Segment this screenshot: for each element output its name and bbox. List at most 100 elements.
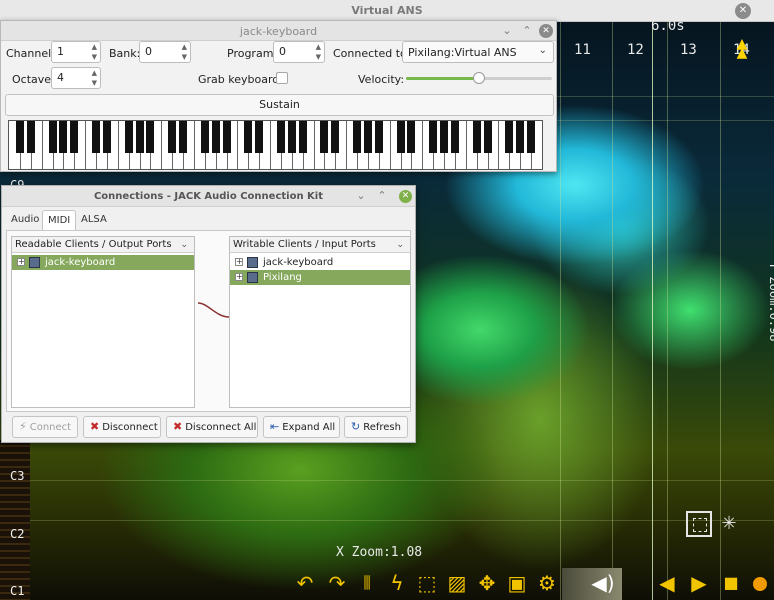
black-key[interactable] — [374, 121, 383, 153]
list-item[interactable]: + jack-keyboard — [12, 255, 194, 270]
ans-close-button[interactable]: ✕ — [735, 3, 751, 19]
black-key[interactable] — [505, 121, 514, 153]
writable-clients-list[interactable]: Writable Clients / Input Ports ⌄ + jack-… — [229, 236, 411, 408]
expand-all-button[interactable]: ⇤ Expand All — [263, 416, 340, 438]
fit-to-screen-icon[interactable] — [686, 511, 712, 537]
client-icon — [29, 257, 40, 268]
black-key[interactable] — [179, 121, 188, 153]
gradient-icon[interactable]: ▨ — [444, 570, 470, 596]
black-key[interactable] — [440, 121, 449, 153]
octave-spinner[interactable]: 4 ▲ ▼ — [51, 67, 101, 89]
zoom-reset-icon[interactable]: ✳ — [718, 513, 740, 535]
program-spinner[interactable]: 0 ▲ ▼ — [273, 41, 325, 63]
expand-icon[interactable]: + — [235, 273, 243, 281]
jack-keyboard-titlebar[interactable]: jack-keyboard ⌄ ⌃ ✕ — [1, 21, 556, 41]
black-key[interactable] — [59, 121, 68, 153]
black-key[interactable] — [102, 121, 111, 153]
black-key[interactable] — [472, 121, 481, 153]
black-key[interactable] — [298, 121, 307, 153]
black-key[interactable] — [276, 121, 285, 153]
equalizer-icon[interactable]: ⫼ — [354, 570, 380, 596]
spinner-arrows-icon[interactable]: ▲ ▼ — [92, 42, 97, 62]
black-key[interactable] — [168, 121, 177, 153]
redo-icon[interactable]: ↷ — [324, 570, 350, 596]
tab-midi[interactable]: MIDI — [42, 210, 77, 230]
white-key-divider — [270, 121, 272, 169]
connected-to-select[interactable]: Pixilang:Virtual ANS ⌄ — [402, 41, 554, 63]
volume-control[interactable]: ◀) — [562, 568, 622, 600]
readable-clients-list[interactable]: Readable Clients / Output Ports ⌄ + jack… — [11, 236, 195, 408]
move-icon[interactable]: ✥ — [474, 570, 500, 596]
minimize-icon[interactable]: ⌄ — [500, 24, 514, 38]
playhead-line[interactable] — [652, 22, 653, 600]
black-key[interactable] — [124, 121, 133, 153]
expand-icon[interactable]: + — [17, 258, 25, 266]
sustain-button[interactable]: Sustain — [5, 94, 554, 116]
black-key[interactable] — [26, 121, 35, 153]
black-key[interactable] — [353, 121, 362, 153]
tab-audio[interactable]: Audio — [6, 210, 44, 230]
selection-icon[interactable]: ⬚ — [414, 570, 440, 596]
black-key[interactable] — [135, 121, 144, 153]
black-key[interactable] — [483, 121, 492, 153]
refresh-button[interactable]: ↻ Refresh — [344, 416, 408, 438]
writable-clients-header[interactable]: Writable Clients / Input Ports ⌄ — [230, 237, 410, 253]
black-key[interactable] — [48, 121, 57, 153]
black-key[interactable] — [516, 121, 525, 153]
maximize-icon[interactable]: ⌃ — [375, 189, 389, 203]
black-key[interactable] — [450, 121, 459, 153]
black-key[interactable] — [70, 121, 79, 153]
spinner-arrows-icon[interactable]: ▲ ▼ — [182, 42, 187, 62]
disconnect-button[interactable]: ✖ Disconnect — [83, 416, 161, 438]
piano-keyboard[interactable] — [8, 120, 543, 170]
undo-icon[interactable]: ↶ — [292, 570, 318, 596]
bank-spinner[interactable]: 0 ▲ ▼ — [139, 41, 191, 63]
close-icon[interactable]: ✕ — [399, 190, 412, 203]
curve-icon[interactable]: ϟ — [384, 570, 410, 596]
black-key[interactable] — [244, 121, 253, 153]
connect-button[interactable]: ⚡ Connect — [12, 416, 78, 438]
readable-clients-header[interactable]: Readable Clients / Output Ports ⌄ — [12, 237, 194, 253]
white-key-divider — [465, 121, 467, 169]
settings-icon[interactable]: ⚙ — [534, 570, 560, 596]
black-key[interactable] — [396, 121, 405, 153]
spinner-arrows-icon[interactable]: ▲ ▼ — [92, 68, 97, 88]
list-item[interactable]: + Pixilang — [230, 270, 410, 285]
minimize-icon[interactable]: ⌄ — [354, 189, 368, 203]
black-key[interactable] — [331, 121, 340, 153]
expand-icon[interactable]: + — [235, 258, 243, 266]
black-key[interactable] — [222, 121, 231, 153]
black-key[interactable] — [15, 121, 24, 153]
black-key[interactable] — [287, 121, 296, 153]
black-key[interactable] — [429, 121, 438, 153]
spinner-arrows-icon[interactable]: ▲ ▼ — [316, 42, 321, 62]
list-item[interactable]: + jack-keyboard — [230, 255, 410, 270]
black-key[interactable] — [92, 121, 101, 153]
save-icon[interactable]: ▣ — [504, 570, 530, 596]
black-key[interactable] — [320, 121, 329, 153]
grab-keyboard-checkbox[interactable] — [276, 72, 288, 84]
stop-icon[interactable]: ■ — [718, 570, 744, 596]
black-key[interactable] — [146, 121, 155, 153]
black-key[interactable] — [200, 121, 209, 153]
black-key[interactable] — [527, 121, 536, 153]
client-name: jack-keyboard — [263, 257, 334, 268]
black-key[interactable] — [255, 121, 264, 153]
record-icon[interactable] — [753, 577, 767, 591]
scroll-up-icon[interactable]: ▲ ▲ — [734, 37, 750, 60]
channel-spinner[interactable]: 1 ▲ ▼ — [51, 41, 101, 63]
maximize-icon[interactable]: ⌃ — [520, 24, 534, 38]
black-key[interactable] — [211, 121, 220, 153]
connections-titlebar[interactable]: Connections - JACK Audio Connection Kit … — [2, 186, 415, 207]
velocity-slider-fill — [406, 77, 479, 80]
velocity-slider-handle[interactable] — [473, 72, 485, 84]
play-icon[interactable]: ▶ — [686, 570, 712, 596]
black-key[interactable] — [363, 121, 372, 153]
black-key[interactable] — [407, 121, 416, 153]
tab-alsa[interactable]: ALSA — [76, 210, 112, 230]
white-key-divider — [313, 121, 315, 169]
close-icon[interactable]: ✕ — [539, 24, 553, 38]
play-back-icon[interactable]: ◀ — [654, 570, 680, 596]
disconnect-all-button[interactable]: ✖ Disconnect All — [166, 416, 258, 438]
velocity-slider[interactable] — [406, 72, 552, 84]
